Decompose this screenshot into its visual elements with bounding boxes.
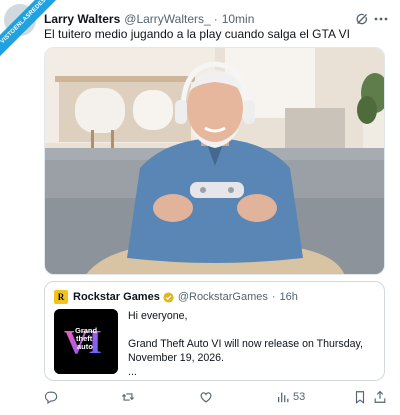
separator-dot: · xyxy=(213,12,218,26)
quoted-tweet[interactable]: R Rockstar Games @RockstarGames · 16h VI… xyxy=(44,281,385,381)
like-button[interactable] xyxy=(199,388,213,406)
post-image-illustration xyxy=(45,48,384,274)
separator-dot: · xyxy=(271,291,276,303)
author-name[interactable]: Larry Walters xyxy=(44,12,120,26)
repost-button[interactable] xyxy=(121,388,135,406)
quoted-line: ... xyxy=(128,366,137,378)
share-button[interactable] xyxy=(373,388,387,406)
quoted-author-handle[interactable]: @RockstarGames xyxy=(178,291,268,303)
author-handle[interactable]: @LarryWalters_ xyxy=(124,12,210,26)
post-image[interactable] xyxy=(44,47,385,275)
bookmark-icon xyxy=(355,391,365,404)
gta-vi-logo-thumbnail: VI Grand theft auto xyxy=(54,309,118,374)
rockstar-logo-icon[interactable]: R xyxy=(54,290,68,304)
grok-icon[interactable] xyxy=(354,11,370,27)
bookmark-button[interactable] xyxy=(353,388,367,406)
svg-text:auto: auto xyxy=(77,342,93,351)
action-bar: 53 xyxy=(44,388,389,406)
quoted-line: Grand Theft Auto VI will now release on … xyxy=(128,338,363,350)
quoted-line xyxy=(128,323,378,337)
quoted-line: Hi everyone, xyxy=(128,310,188,322)
quoted-tweet-header: R Rockstar Games @RockstarGames · 16h xyxy=(54,290,298,304)
quoted-author-name[interactable]: Rockstar Games xyxy=(73,291,160,303)
share-icon xyxy=(374,390,386,403)
more-icon[interactable] xyxy=(372,11,390,27)
views-button[interactable]: 53 xyxy=(276,388,305,406)
tweet-header: Larry Walters @LarryWalters_ · 10min xyxy=(44,11,254,27)
post-text: El tuitero medio jugando a la play cuand… xyxy=(44,27,350,41)
views-icon xyxy=(278,392,289,403)
quoted-line: November 19, 2026. xyxy=(128,352,224,364)
post-time[interactable]: 10min xyxy=(222,12,255,26)
reply-icon xyxy=(44,391,58,404)
tweet: VISTOENLASREDES Larry Walters @LarryWalt… xyxy=(0,0,400,415)
views-count: 53 xyxy=(293,391,306,403)
quoted-tweet-text: Hi everyone, Grand Theft Auto VI will no… xyxy=(128,309,378,379)
verified-badge-icon xyxy=(163,291,174,303)
like-icon xyxy=(200,392,212,403)
reply-button[interactable] xyxy=(44,388,58,406)
quoted-post-time[interactable]: 16h xyxy=(280,291,298,303)
repost-icon xyxy=(121,393,135,401)
